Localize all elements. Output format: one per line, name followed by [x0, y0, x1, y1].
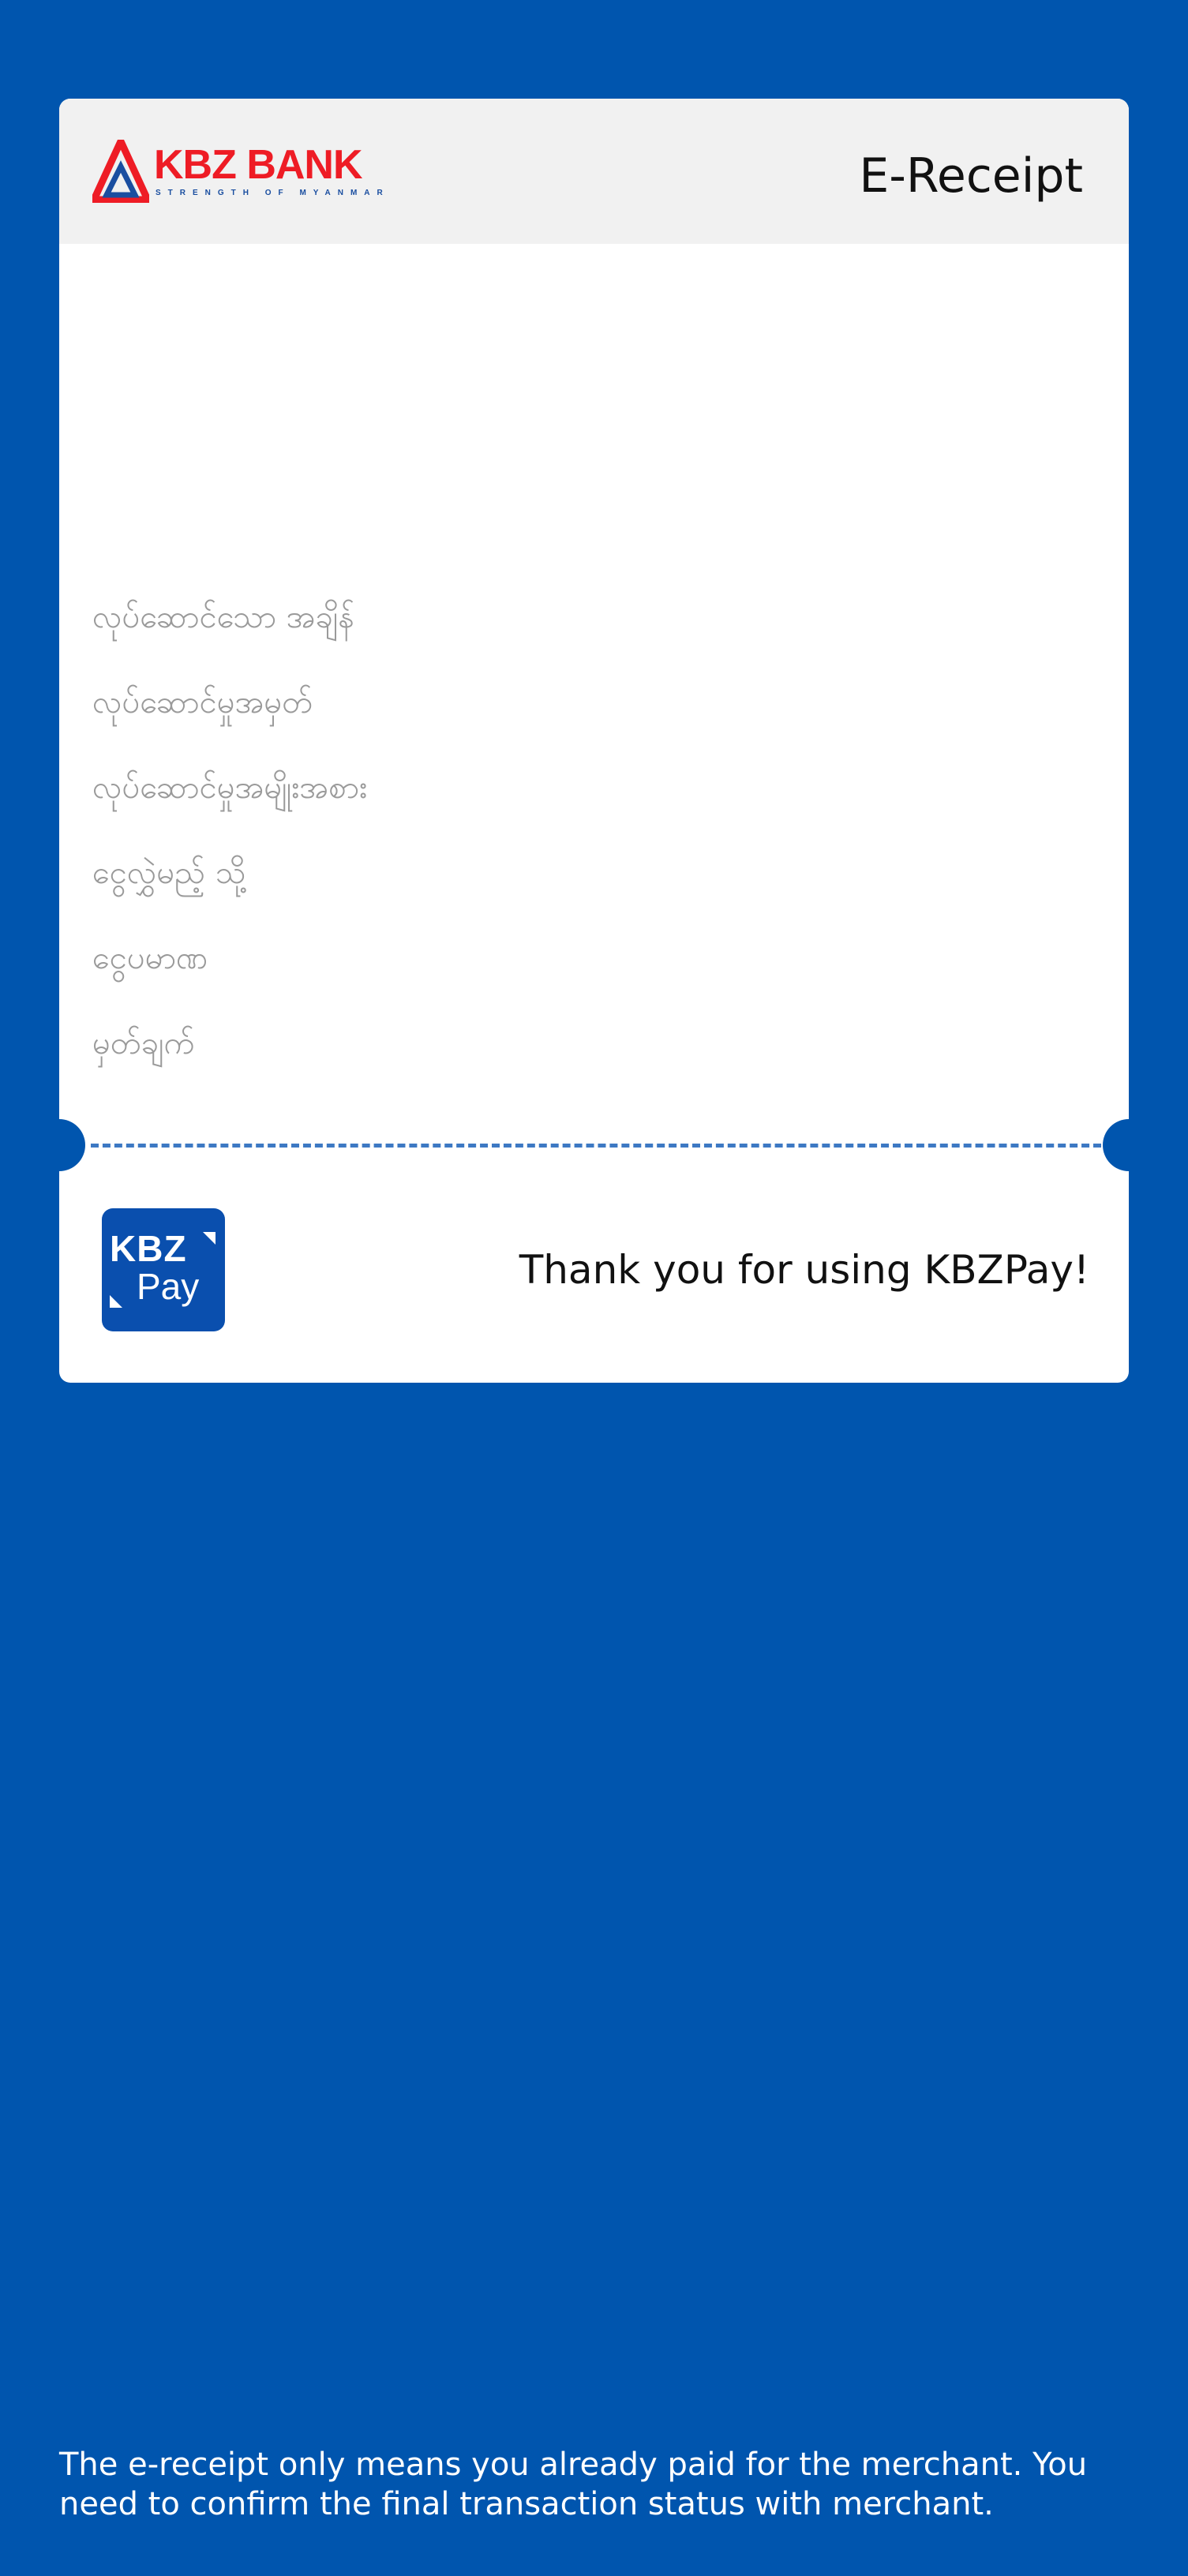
field-label-transfer-to: ငွေလွှဲမည့် သို့	[92, 855, 246, 891]
ticket-notch-left	[59, 1119, 85, 1171]
dashed-divider	[91, 1144, 1101, 1148]
kbz-bank-logo: KBZ BANK STRENGTH OF MYANMAR	[92, 140, 383, 206]
field-label-transaction-time: လုပ်ဆောင်သော အချိန်	[92, 599, 355, 635]
kbzpay-logo-kbz: KBZ	[110, 1228, 187, 1269]
field-label-notes: မှတ်ချက်	[92, 1025, 195, 1061]
kbzpay-logo-pay: Pay	[137, 1266, 200, 1307]
field-label-amount: ငွေပမာဏ	[92, 940, 208, 976]
kbz-triangle-icon	[92, 140, 149, 203]
disclaimer-text: The e-receipt only means you already pai…	[59, 2447, 1088, 2522]
page-title: E-Receipt	[859, 148, 1083, 204]
ticket-notch-right	[1103, 1119, 1129, 1171]
thank-you-message: Thank you for using KBZPay!	[519, 1247, 1089, 1293]
receipt-card: KBZ BANK STRENGTH OF MYANMAR E-Receipt လ…	[59, 99, 1129, 1383]
bank-wordmark: KBZ BANK	[154, 142, 363, 188]
bank-tagline: STRENGTH OF MYANMAR	[156, 189, 390, 197]
receipt-fields: လုပ်ဆောင်သော အချိန် လုပ်ဆောင်မှုအမှတ် လု…	[92, 575, 803, 1086]
kbzpay-logo: KBZ Pay	[102, 1208, 225, 1331]
field-label-transaction-no: လုပ်ဆောင်မှုအမှတ်	[92, 684, 313, 721]
logo-corner-icon	[203, 1232, 215, 1245]
logo-corner-icon	[110, 1295, 122, 1308]
field-label-transaction-type: လုပ်ဆောင်မှုအမျိုးအစား	[92, 769, 368, 806]
receipt-header: KBZ BANK STRENGTH OF MYANMAR E-Receipt	[59, 99, 1129, 244]
